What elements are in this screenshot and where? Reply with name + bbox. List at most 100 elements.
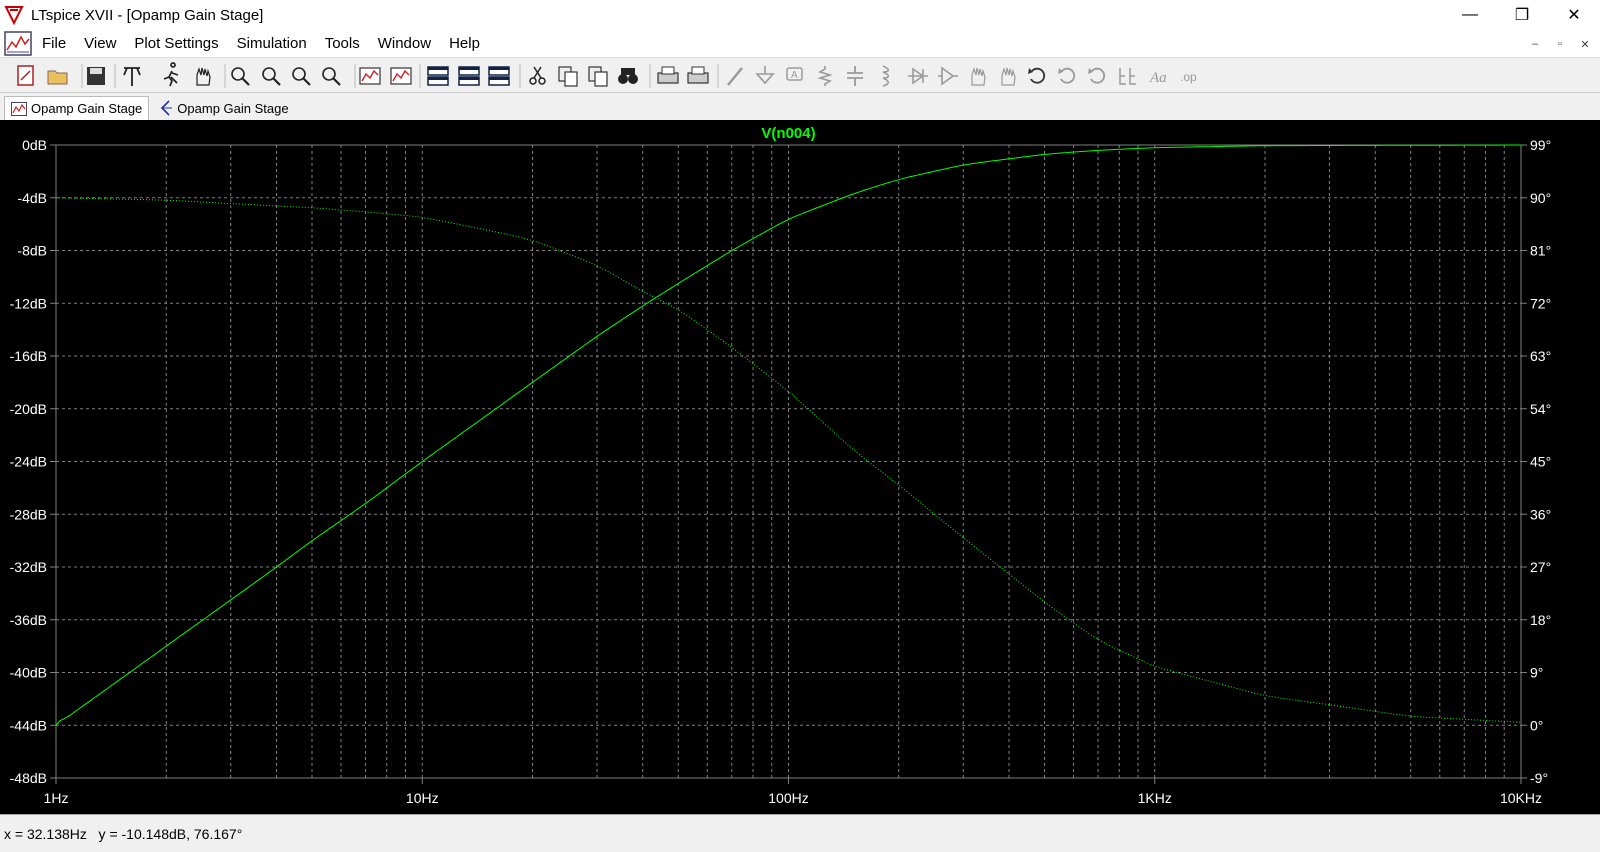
menu-view[interactable]: View [75, 35, 125, 52]
tab-schematic[interactable]: Opamp Gain Stage [153, 96, 294, 120]
trace-title[interactable]: V(n004) [761, 125, 815, 142]
y-tick-label-left: -4dB [17, 190, 47, 206]
ltspice-app-icon [4, 6, 24, 26]
y-tick-label-right: -9° [1530, 770, 1548, 786]
x-tick-label: 1Hz [44, 790, 69, 806]
draw-wire-icon[interactable] [727, 67, 743, 86]
label-net-icon[interactable]: A [786, 67, 803, 81]
halt-icon[interactable] [196, 67, 211, 86]
drag-icon[interactable] [1001, 67, 1016, 86]
svg-text:Aa: Aa [1149, 70, 1167, 86]
y-tick-label-left: -44dB [10, 717, 47, 733]
move-icon[interactable] [971, 67, 986, 86]
y-tick-label-left: -28dB [10, 506, 47, 522]
ground-icon[interactable] [755, 66, 775, 85]
save-icon[interactable] [87, 67, 105, 85]
undo-icon[interactable] [1028, 67, 1046, 84]
y-tick-label-right: 18° [1530, 612, 1551, 628]
tab-label: Opamp Gain Stage [31, 101, 143, 116]
bode-chart[interactable]: 0dB -4dB -8dB -12dB -16dB -20dB -24dB -28dB -32d… [0, 120, 1600, 814]
y-tick-label-right: 54° [1530, 401, 1551, 417]
tab-waveform[interactable]: Opamp Gain Stage [4, 96, 150, 120]
y-tick-label-right: 27° [1530, 559, 1551, 575]
control-panel-icon[interactable] [123, 67, 141, 86]
component-icon[interactable] [938, 66, 958, 86]
zoom-out-icon[interactable] [292, 67, 311, 86]
y-tick-label-left: -40dB [10, 665, 47, 681]
diode-icon[interactable] [908, 67, 928, 85]
y-tick-label-right: 9° [1530, 665, 1543, 681]
cascade-icon[interactable] [458, 66, 480, 86]
y-tick-label-left: -20dB [10, 401, 47, 417]
y-tick-label-left: -48dB [10, 770, 47, 786]
resistor-icon[interactable] [817, 66, 833, 86]
minimize-button[interactable]: — [1444, 0, 1496, 30]
menu-file[interactable]: File [33, 35, 75, 52]
svg-text:A: A [791, 70, 798, 81]
menu-plot-settings[interactable]: Plot Settings [125, 35, 227, 52]
x-tick-label: 100Hz [768, 790, 808, 806]
y-tick-label-right: 90° [1530, 190, 1551, 206]
toolbar: A Aa .op [0, 57, 1600, 93]
x-tick-label: 10Hz [406, 790, 439, 806]
y-tick-label-left: -8dB [17, 243, 47, 259]
waveform-tab-icon [11, 101, 27, 116]
menu-simulation[interactable]: Simulation [228, 35, 316, 52]
tab-label: Opamp Gain Stage [177, 100, 289, 116]
y-tick-label-left: -36dB [10, 612, 47, 628]
title-bar: LTspice XVII - [Opamp Gain Stage] — ❐ ✕ [0, 0, 1600, 30]
mdi-minimize-button[interactable]: – [1524, 34, 1546, 54]
paste-icon[interactable] [588, 66, 608, 87]
y-tick-label-right: 63° [1530, 348, 1551, 364]
y-tick-label-left: -16dB [10, 348, 47, 364]
mdi-close-button[interactable]: ✕ [1574, 34, 1596, 54]
menu-tools[interactable]: Tools [316, 35, 369, 52]
inductor-icon[interactable] [882, 65, 890, 87]
tile-horizontal-icon[interactable] [427, 66, 449, 86]
run-icon[interactable] [163, 62, 179, 87]
menu-bar: File View Plot Settings Simulation Tools… [0, 30, 1600, 57]
new-schematic-icon[interactable] [17, 65, 34, 86]
mirror-icon[interactable] [1119, 68, 1136, 85]
capacitor-icon[interactable] [847, 66, 863, 86]
menu-help[interactable]: Help [440, 35, 489, 52]
y-tick-label-left: -32dB [10, 559, 47, 575]
copy-icon[interactable] [558, 66, 578, 87]
tile-vertical-icon[interactable] [488, 66, 510, 86]
cursor-readout: x = 32.138Hz y = -10.148dB, 76.167° [4, 825, 243, 842]
status-bar: x = 32.138Hz y = -10.148dB, 76.167° [0, 814, 1600, 852]
zoom-in-icon[interactable] [262, 67, 281, 86]
y-tick-label-right: 0° [1530, 717, 1543, 733]
print-icon[interactable] [687, 66, 709, 84]
schematic-tab-icon [161, 100, 173, 116]
zoom-area-icon[interactable] [231, 67, 250, 86]
text-icon[interactable]: Aa [1149, 70, 1167, 86]
open-icon[interactable] [47, 70, 68, 85]
waveform-doc-icon[interactable] [3, 30, 33, 57]
cut-icon[interactable] [529, 66, 546, 85]
close-button[interactable]: ✕ [1548, 0, 1600, 30]
autorange-icon[interactable] [359, 67, 381, 85]
mdi-restore-button[interactable]: ▫ [1549, 34, 1571, 54]
y-tick-label-left: -24dB [10, 454, 47, 470]
menu-window[interactable]: Window [369, 35, 440, 52]
window-title: LTspice XVII - [Opamp Gain Stage] [31, 6, 264, 24]
print-setup-icon[interactable] [657, 66, 679, 84]
y-tick-label-right: 99° [1530, 137, 1551, 153]
svg-text:.op: .op [1180, 70, 1197, 84]
grid-lines [56, 145, 1521, 778]
y-tick-label-right: 72° [1530, 295, 1551, 311]
x-tick-label: 1KHz [1138, 790, 1172, 806]
y-tick-label-left: 0dB [22, 137, 47, 153]
toolbar-icons: A Aa .op [17, 62, 1197, 88]
y-tick-label-left: -12dB [10, 295, 47, 311]
zoom-cancel-icon[interactable] [322, 67, 341, 86]
redo-icon[interactable] [1058, 67, 1076, 84]
waveform-plot[interactable]: 0dB -4dB -8dB -12dB -16dB -20dB -24dB -28dB -32d… [0, 120, 1600, 814]
spice-directive-icon[interactable]: .op [1180, 70, 1197, 84]
pick-visible-traces-icon[interactable] [390, 67, 412, 85]
maximize-button[interactable]: ❐ [1496, 0, 1548, 30]
find-icon[interactable] [618, 68, 638, 84]
rotate-icon[interactable] [1088, 67, 1106, 84]
x-tick-label: 10KHz [1500, 790, 1542, 806]
